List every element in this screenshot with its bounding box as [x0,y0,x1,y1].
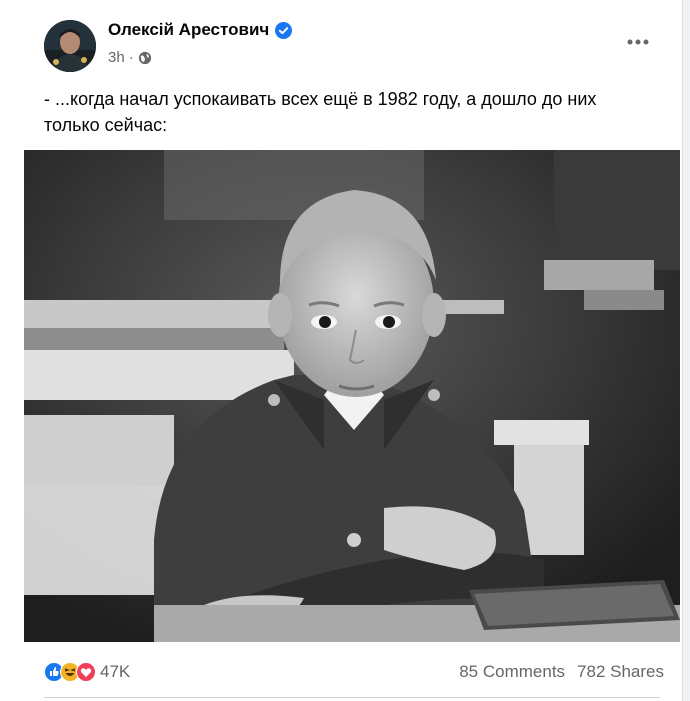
more-options-icon [627,39,649,45]
post-meta: 3h · [108,49,152,66]
author-name-row: Олексій Арестович [108,20,293,40]
reactions-summary[interactable]: 47K [44,662,130,682]
caption-line-2: только сейчас: [44,115,168,135]
post-caption: - ...когда начал успокаивать всех ещё в … [44,86,664,138]
reaction-icons [44,662,96,682]
author-avatar[interactable] [44,20,96,72]
shares-count-link[interactable]: 782 Shares [577,662,664,682]
post-card: Олексій Арестович 3h · - ...когда начал … [0,0,683,701]
verified-badge-icon [275,21,293,39]
post-stats-bar: 47K 85 Comments 782 Shares [44,656,664,688]
comments-count-link[interactable]: 85 Comments [459,662,565,682]
post-photo[interactable] [24,150,680,642]
avatar-image [44,20,96,72]
love-reaction-icon [76,662,96,682]
caption-line-1: - ...когда начал успокаивать всех ещё в … [44,89,597,109]
globe-icon[interactable] [138,51,152,65]
photo-image [24,150,680,642]
reaction-count: 47K [100,662,131,681]
more-options-button[interactable] [620,30,656,54]
action-divider [44,697,660,698]
post-timestamp[interactable]: 3h [108,49,125,66]
engagement-stats: 85 Comments 782 Shares [459,662,664,682]
author-name[interactable]: Олексій Арестович [108,20,269,40]
